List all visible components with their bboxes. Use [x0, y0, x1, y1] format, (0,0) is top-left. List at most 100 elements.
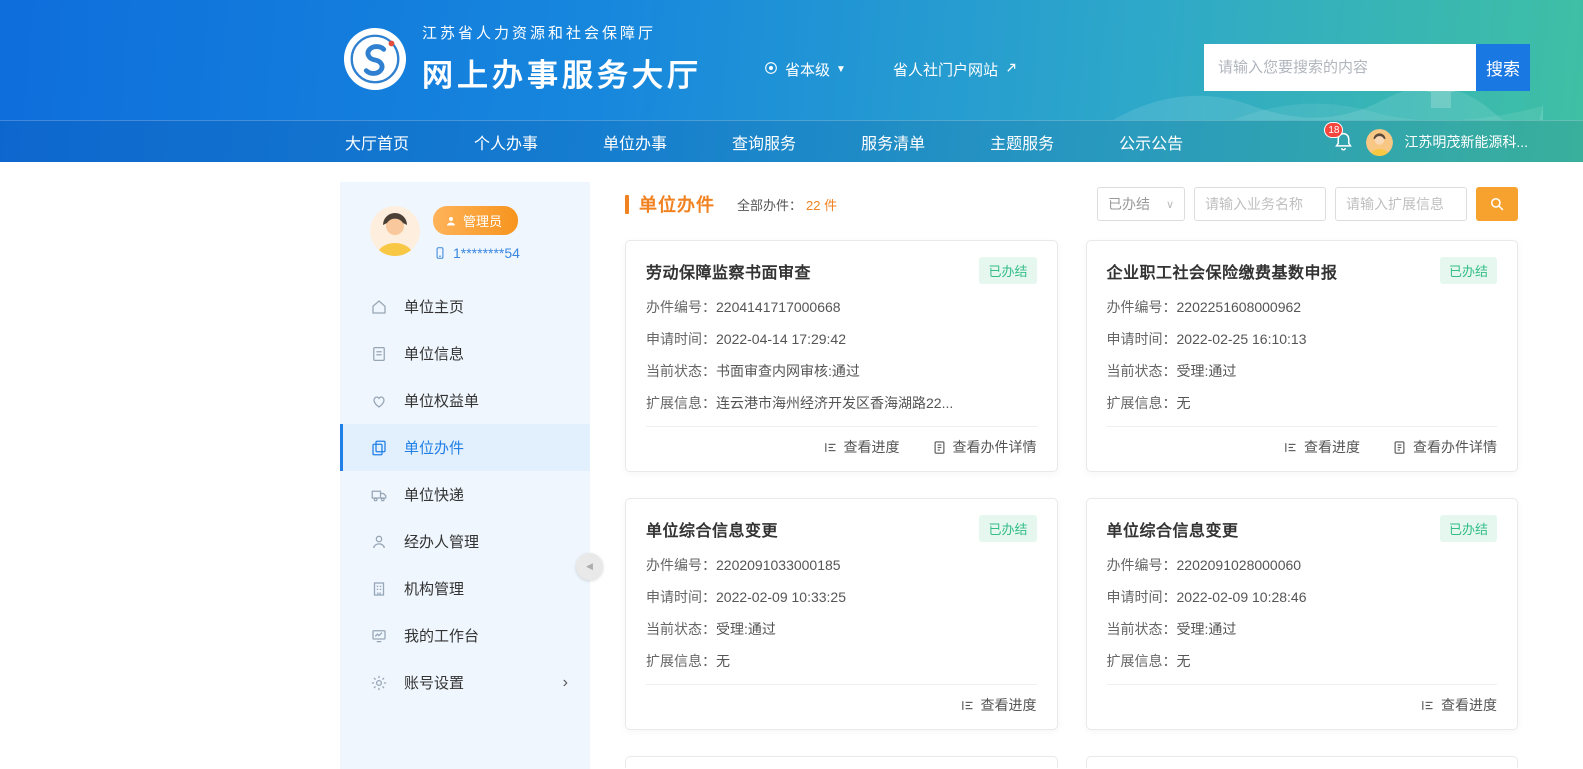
case-card: 单位综合信息变更 已办结 办件编号：2202091033000185 申请时间：…: [625, 498, 1058, 730]
person-icon: [370, 533, 388, 551]
nav-item-theme[interactable]: 主题服务: [990, 130, 1054, 154]
view-detail-link[interactable]: 查看办件详情: [1392, 437, 1497, 457]
main-nav: 大厅首页 个人办事 单位办事 查询服务 服务清单 主题服务 公示公告 18 江苏…: [0, 120, 1583, 162]
region-selector[interactable]: 省本级 ▼: [763, 59, 846, 80]
case-number: 2202251608000962: [1177, 299, 1302, 315]
extended-info: 无: [1177, 395, 1191, 411]
case-number: 2202091028000060: [1177, 557, 1302, 573]
chart-monitor-icon: [370, 627, 388, 645]
extended-info-input[interactable]: [1335, 187, 1467, 221]
truck-icon: [370, 486, 388, 504]
profile-card: 管理员 1********54: [340, 182, 590, 275]
notification-bell-icon[interactable]: 18: [1333, 130, 1355, 154]
sidebar-collapse-button[interactable]: ◀: [576, 553, 603, 580]
progress-list-icon: [960, 698, 975, 713]
extended-info: 无: [1177, 653, 1191, 669]
portal-link[interactable]: 省人社门户网站: [893, 59, 1019, 80]
sidebar-item-unit-express[interactable]: 单位快递: [340, 471, 590, 518]
case-title: 单位综合信息变更: [1107, 517, 1239, 541]
nav-item-personal[interactable]: 个人办事: [474, 130, 538, 154]
nav-item-service-list[interactable]: 服务清单: [861, 130, 925, 154]
sidebar-menu: 单位主页 单位信息 单位权益单 单位办件 单位快递 经办人管理 机构管理 我的: [340, 283, 590, 706]
user-avatar[interactable]: [1366, 129, 1393, 156]
chevron-down-icon: ∨: [1166, 198, 1174, 211]
view-detail-link[interactable]: 查看办件详情: [932, 437, 1037, 457]
nav-item-hall-home[interactable]: 大厅首页: [345, 130, 409, 154]
status-badge: 已办结: [979, 515, 1036, 542]
view-progress-link[interactable]: 查看进度: [1283, 437, 1360, 457]
case-card-partial: [625, 756, 1058, 768]
sidebar: 管理员 1********54 单位主页 单位信息 单位权益单 单位办件 单位快: [340, 182, 590, 769]
notification-count-badge: 18: [1324, 122, 1343, 138]
heart-icon: [370, 392, 388, 410]
case-title: 劳动保障监察书面审查: [646, 259, 811, 283]
progress-list-icon: [823, 440, 838, 455]
case-title: 企业职工社会保险缴费基数申报: [1107, 259, 1338, 283]
person-icon: [445, 215, 457, 227]
apply-time: 2022-02-09 10:28:46: [1177, 589, 1307, 605]
nav-item-announcements[interactable]: 公示公告: [1119, 130, 1183, 154]
sidebar-item-unit-info[interactable]: 单位信息: [340, 330, 590, 377]
status-filter-select[interactable]: 已办结 ∨: [1097, 187, 1185, 221]
profile-info: 管理员 1********54: [433, 206, 520, 261]
chevron-right-icon: ›: [563, 674, 568, 692]
sidebar-item-org-management[interactable]: 机构管理: [340, 565, 590, 612]
case-fields: 办件编号：2204141717000668 申请时间：2022-04-14 17…: [646, 298, 1037, 412]
region-label: 省本级: [785, 59, 830, 80]
case-fields: 办件编号：2202251608000962 申请时间：2022-02-25 16…: [1107, 298, 1498, 412]
filter-search-button[interactable]: [1476, 187, 1518, 221]
apply-time: 2022-04-14 17:29:42: [716, 331, 846, 347]
apply-time: 2022-02-25 16:10:13: [1177, 331, 1307, 347]
case-number: 2204141717000668: [716, 299, 841, 315]
brand-titles: 江苏省人力资源和社会保障厅 网上办事服务大厅: [422, 22, 702, 95]
search-input[interactable]: [1204, 44, 1476, 91]
org-name: 江苏省人力资源和社会保障厅: [422, 22, 702, 43]
user-phone: 1********54: [433, 245, 520, 261]
main-content: 单位办件 全部办件：22 件 已办结 ∨ 劳动保障监察书面审查 已办结 办件编号…: [625, 186, 1518, 768]
current-status: 书面审查内网审核:通过: [716, 363, 860, 379]
view-progress-link[interactable]: 查看进度: [823, 437, 900, 457]
case-title: 单位综合信息变更: [646, 517, 778, 541]
total-count: 22 件: [806, 198, 837, 213]
business-name-input[interactable]: [1194, 187, 1326, 221]
status-badge: 已办结: [979, 257, 1036, 284]
location-icon: [763, 60, 779, 80]
sidebar-item-unit-rights[interactable]: 单位权益单: [340, 377, 590, 424]
role-badge: 管理员: [433, 206, 518, 235]
search-icon: [1488, 195, 1506, 213]
files-icon: [370, 439, 388, 457]
sidebar-item-unit-home[interactable]: 单位主页: [340, 283, 590, 330]
site-title: 网上办事服务大厅: [422, 50, 702, 95]
view-progress-link[interactable]: 查看进度: [1420, 695, 1497, 715]
case-card-grid: 劳动保障监察书面审查 已办结 办件编号：2204141717000668 申请时…: [625, 240, 1518, 768]
phone-icon: [433, 246, 447, 260]
nav-user-name[interactable]: 江苏明茂新能源科...: [1404, 132, 1528, 152]
sidebar-item-unit-cases[interactable]: 单位办件: [340, 424, 590, 471]
current-status: 受理:通过: [1177, 363, 1237, 379]
case-card: 劳动保障监察书面审查 已办结 办件编号：2204141717000668 申请时…: [625, 240, 1058, 472]
site-search: 搜索: [1204, 44, 1530, 91]
case-card: 企业职工社会保险缴费基数申报 已办结 办件编号：2202251608000962…: [1086, 240, 1519, 472]
sidebar-item-workbench[interactable]: 我的工作台: [340, 612, 590, 659]
main-header: 单位办件 全部办件：22 件 已办结 ∨: [625, 186, 1518, 222]
search-button[interactable]: 搜索: [1476, 44, 1530, 91]
chevron-down-icon: ▼: [836, 64, 846, 75]
extended-info: 连云港市海州经济开发区香海湖路22...: [716, 395, 953, 411]
filter-bar: 已办结 ∨: [1097, 187, 1518, 221]
total-cases: 全部办件：22 件: [737, 195, 837, 214]
nav-item-query[interactable]: 查询服务: [732, 130, 796, 154]
nav-item-unit[interactable]: 单位办事: [603, 130, 667, 154]
case-fields: 办件编号：2202091028000060 申请时间：2022-02-09 10…: [1107, 556, 1498, 670]
case-card: 单位综合信息变更 已办结 办件编号：2202091028000060 申请时间：…: [1086, 498, 1519, 730]
portal-label: 省人社门户网站: [893, 59, 998, 80]
case-fields: 办件编号：2202091033000185 申请时间：2022-02-09 10…: [646, 556, 1037, 670]
sidebar-item-agent-management[interactable]: 经办人管理: [340, 518, 590, 565]
case-card-partial: [1086, 756, 1519, 768]
detail-document-icon: [932, 440, 947, 455]
status-badge: 已办结: [1440, 515, 1497, 542]
apply-time: 2022-02-09 10:33:25: [716, 589, 846, 605]
sidebar-item-account-settings[interactable]: 账号设置 ›: [340, 659, 590, 706]
title-accent-bar: [625, 195, 629, 214]
view-progress-link[interactable]: 查看进度: [960, 695, 1037, 715]
progress-list-icon: [1283, 440, 1298, 455]
